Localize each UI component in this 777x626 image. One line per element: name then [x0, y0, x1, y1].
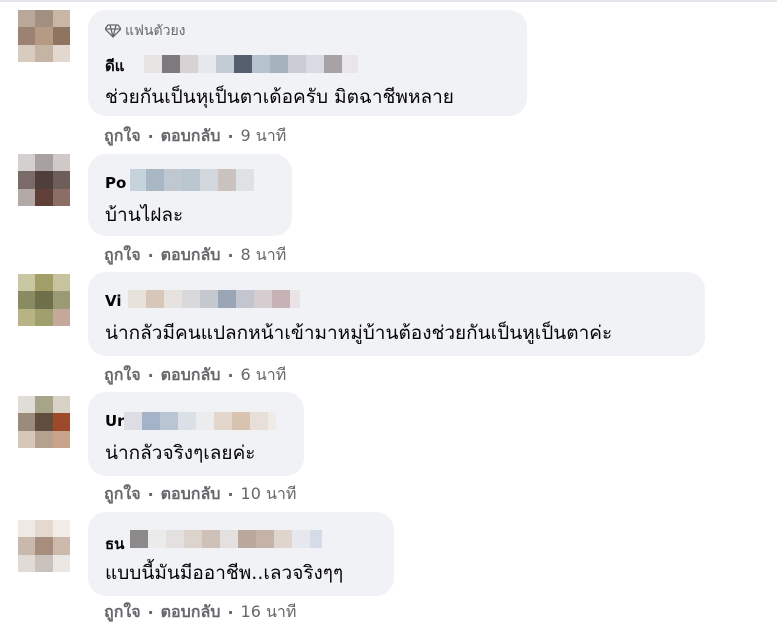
- like-link[interactable]: ถูกใจ: [104, 600, 141, 625]
- comment-bubble: Vi น่ากลัวมีคนแปลกหน้าเข้ามาหมู่บ้านต้อง…: [88, 272, 705, 356]
- comment-bubble: Po บ้านไฝละ: [88, 154, 292, 236]
- separator: ·: [147, 246, 154, 265]
- separator: ·: [227, 603, 234, 622]
- comment-text: แบบนี้มันมีออาชีพ..เลวจริงๆๆ: [105, 562, 344, 584]
- name-redaction: [128, 290, 300, 308]
- name-redaction: [130, 530, 322, 548]
- commenter-name[interactable]: Vi: [105, 292, 122, 310]
- like-link[interactable]: ถูกใจ: [104, 243, 141, 268]
- separator: ·: [147, 127, 154, 146]
- separator: ·: [227, 485, 234, 504]
- avatar[interactable]: [18, 10, 70, 62]
- separator: ·: [227, 246, 234, 265]
- avatar[interactable]: [18, 154, 70, 206]
- comment-timestamp[interactable]: 6 นาที: [241, 363, 287, 388]
- reply-link[interactable]: ตอบกลับ: [161, 482, 221, 507]
- comment-timestamp[interactable]: 16 นาที: [241, 600, 297, 625]
- avatar[interactable]: [18, 274, 70, 326]
- commenter-name[interactable]: ธน: [105, 532, 124, 556]
- comment-actions: ถูกใจ · ตอบกลับ · 16 นาที: [104, 600, 296, 625]
- comment-bubble: แฟนตัวยง ดีแ ช่วยกันเป็นหุเป็นตาเด้อครับ…: [88, 10, 527, 116]
- comment-text: บ้านไฝละ: [105, 204, 184, 226]
- comment-actions: ถูกใจ · ตอบกลับ · 6 นาที: [104, 363, 286, 388]
- reply-link[interactable]: ตอบกลับ: [161, 600, 221, 625]
- commenter-name[interactable]: Ur: [105, 412, 125, 430]
- like-link[interactable]: ถูกใจ: [104, 482, 141, 507]
- comment-actions: ถูกใจ · ตอบกลับ · 9 นาที: [104, 124, 286, 149]
- badge-label: แฟนตัวยง: [125, 23, 186, 39]
- comment-text: ช่วยกันเป็นหุเป็นตาเด้อครับ มิตฉาชีพหลาย: [105, 86, 454, 108]
- commenter-name[interactable]: Po: [105, 174, 126, 192]
- separator: ·: [147, 485, 154, 504]
- avatar[interactable]: [18, 520, 70, 572]
- separator: ·: [227, 127, 234, 146]
- comment-bubble: Ur น่ากลัวจริงๆเลยค่ะ: [88, 392, 304, 476]
- reply-link[interactable]: ตอบกลับ: [161, 124, 221, 149]
- comment-timestamp[interactable]: 9 นาที: [241, 124, 287, 149]
- name-redaction: [130, 169, 254, 191]
- comment-text: น่ากลัวมีคนแปลกหน้าเข้ามาหมู่บ้านต้องช่ว…: [105, 322, 613, 344]
- comment-timestamp[interactable]: 10 นาที: [241, 482, 297, 507]
- reply-link[interactable]: ตอบกลับ: [161, 363, 221, 388]
- comment-actions: ถูกใจ · ตอบกลับ · 8 นาที: [104, 243, 286, 268]
- avatar[interactable]: [18, 396, 70, 448]
- reply-link[interactable]: ตอบกลับ: [161, 243, 221, 268]
- comment-bubble: ธน แบบนี้มันมีออาชีพ..เลวจริงๆๆ: [88, 512, 394, 596]
- like-link[interactable]: ถูกใจ: [104, 124, 141, 149]
- separator: ·: [147, 603, 154, 622]
- diamond-icon: [105, 24, 121, 38]
- separator: ·: [147, 366, 154, 385]
- comment-text: น่ากลัวจริงๆเลยค่ะ: [105, 442, 256, 464]
- separator: ·: [227, 366, 234, 385]
- comment-timestamp[interactable]: 8 นาที: [241, 243, 287, 268]
- like-link[interactable]: ถูกใจ: [104, 363, 141, 388]
- fan-badge: แฟนตัวยง: [105, 20, 186, 42]
- top-divider: [0, 0, 777, 2]
- comment-actions: ถูกใจ · ตอบกลับ · 10 นาที: [104, 482, 296, 507]
- name-redaction: [124, 412, 276, 430]
- name-redaction: [144, 55, 358, 73]
- commenter-name[interactable]: ดีแ: [105, 54, 124, 78]
